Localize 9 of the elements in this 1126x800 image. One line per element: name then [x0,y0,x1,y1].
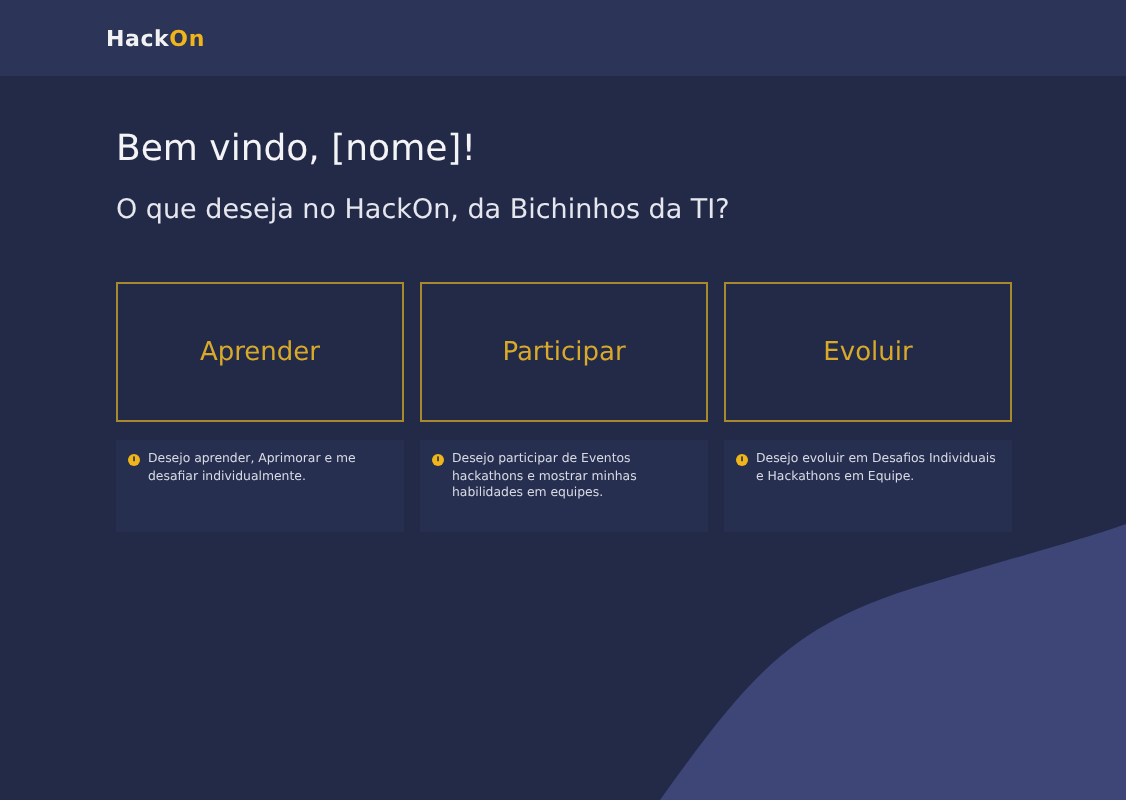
option-card[interactable]: Evoluir [724,282,1012,422]
info-icon [128,454,140,466]
logo: HackOn [106,25,205,51]
greeting-heading: Bem vindo, [nome]! [116,128,478,170]
info-icon [432,454,444,466]
question-text: O que deseja no HackOn, da Bichinhos da TI? [116,194,732,226]
option-card[interactable]: Aprender [116,282,404,422]
info-icon [736,454,748,466]
option-card[interactable]: Participar [420,282,708,422]
